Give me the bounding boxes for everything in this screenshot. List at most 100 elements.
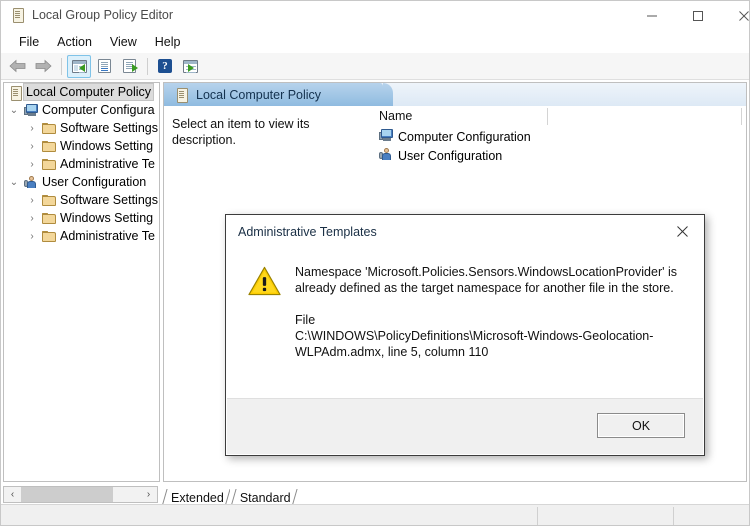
tree-horizontal-scrollbar[interactable]: ‹ › — [3, 486, 158, 503]
minimize-button[interactable] — [629, 1, 675, 30]
action-pane-icon — [182, 59, 198, 73]
dialog-close-button[interactable] — [660, 215, 704, 247]
help-icon: ? — [158, 59, 172, 73]
tree-item-label: Administrative Te — [60, 229, 155, 243]
scroll-icon — [10, 7, 25, 23]
tab-label: Extended — [171, 491, 224, 505]
status-bar — [1, 504, 749, 525]
tree-item-computer-administrative-templates[interactable]: › Administrative Te — [4, 155, 159, 173]
column-divider[interactable] — [547, 108, 548, 125]
column-header-name[interactable]: Name — [379, 109, 412, 123]
result-pane-tabstrip: Local Computer Policy — [164, 83, 746, 106]
user-icon — [22, 176, 40, 188]
tree-item-computer-configuration[interactable]: ⌄ Computer Configura — [4, 101, 159, 119]
window-title: Local Group Policy Editor — [32, 7, 174, 22]
scrollbar-thumb[interactable] — [21, 487, 113, 502]
tree-item-label: Software Settings — [60, 193, 158, 207]
menu-help[interactable]: Help — [146, 32, 190, 52]
toolbar-separator — [61, 57, 62, 75]
show-hide-console-tree-button[interactable] — [67, 54, 91, 78]
warning-icon — [248, 266, 281, 296]
menu-view[interactable]: View — [101, 32, 146, 52]
result-pane-tab[interactable]: Local Computer Policy — [164, 83, 393, 106]
list-item-user-configuration[interactable]: User Configuration — [379, 146, 502, 165]
dialog-title: Administrative Templates — [238, 225, 377, 239]
console-tree-pane[interactable]: Local Computer Policy ⌄ Computer Configu… — [3, 82, 160, 482]
list-item-label: User Configuration — [398, 148, 503, 163]
chevron-down-icon[interactable]: ⌄ — [6, 177, 22, 188]
folder-icon — [40, 122, 58, 134]
scroll-left-button[interactable]: ‹ — [4, 487, 21, 502]
tree-item-label: Windows Setting — [60, 139, 154, 153]
dialog-footer: OK — [227, 398, 703, 454]
tree-item-local-computer-policy[interactable]: Local Computer Policy — [4, 83, 159, 101]
scroll-icon — [6, 85, 24, 101]
maximize-button[interactable] — [675, 1, 721, 30]
description-text: Select an item to view its description. — [172, 117, 310, 147]
list-column-header[interactable]: Name — [371, 106, 746, 128]
folder-icon — [40, 158, 58, 170]
scroll-icon — [174, 87, 189, 103]
folder-icon — [40, 212, 58, 224]
tree-item-user-software-settings[interactable]: › Software Settings — [4, 191, 159, 209]
tree-item-computer-windows-settings[interactable]: › Windows Setting — [4, 137, 159, 155]
tree-item-label: Windows Setting — [60, 211, 154, 225]
chevron-right-icon[interactable]: › — [24, 195, 40, 206]
minimize-icon — [647, 15, 657, 16]
tree-item-user-windows-settings[interactable]: › Windows Setting — [4, 209, 159, 227]
show-hide-action-pane-button[interactable] — [178, 55, 202, 78]
user-icon — [379, 148, 393, 163]
toolbar: ? — [1, 53, 749, 80]
computer-icon — [379, 129, 393, 144]
dialog-titlebar: Administrative Templates — [226, 215, 704, 251]
back-button[interactable] — [6, 55, 30, 78]
folder-icon — [40, 140, 58, 152]
console-tree-icon — [71, 59, 87, 73]
dialog-content: Namespace 'Microsoft.Policies.Sensors.Wi… — [226, 251, 704, 385]
scrollbar-track[interactable] — [21, 487, 140, 502]
properties-button[interactable] — [92, 55, 116, 78]
forward-button[interactable] — [31, 55, 55, 78]
close-button[interactable] — [721, 1, 749, 30]
tree-item-user-administrative-templates[interactable]: › Administrative Te — [4, 227, 159, 245]
status-divider — [537, 507, 538, 525]
chevron-right-icon[interactable]: › — [24, 159, 40, 170]
ok-button[interactable]: OK — [597, 413, 685, 438]
export-list-button[interactable] — [117, 55, 141, 78]
menu-action[interactable]: Action — [48, 32, 101, 52]
dialog-file-label: File — [295, 313, 316, 327]
tree-item-label: Computer Configura — [42, 103, 155, 117]
help-button[interactable]: ? — [153, 55, 177, 78]
dialog-file-path: C:\WINDOWS\PolicyDefinitions\Microsoft-W… — [295, 329, 654, 359]
dialog-text-block: Namespace 'Microsoft.Policies.Sensors.Wi… — [295, 264, 682, 385]
scroll-right-button[interactable]: › — [140, 487, 157, 502]
folder-icon — [40, 194, 58, 206]
administrative-templates-dialog: Administrative Templates Namespace 'Micr… — [225, 214, 705, 456]
chevron-right-icon[interactable]: › — [24, 231, 40, 242]
status-divider — [673, 507, 674, 525]
local-group-policy-editor-window: Local Group Policy Editor File Action Vi… — [0, 0, 750, 526]
tree-item-label: Local Computer Policy — [22, 83, 155, 101]
menu-file[interactable]: File — [10, 32, 48, 52]
column-divider[interactable] — [741, 108, 742, 125]
tree-item-label: Software Settings — [60, 121, 158, 135]
tree-item-label: User Configuration — [42, 175, 147, 189]
chevron-right-icon[interactable]: › — [24, 141, 40, 152]
list-item-computer-configuration[interactable]: Computer Configuration — [379, 127, 531, 146]
result-pane-tab-label: Local Computer Policy — [196, 87, 322, 102]
chevron-down-icon[interactable]: ⌄ — [6, 105, 22, 116]
tree-item-computer-software-settings[interactable]: › Software Settings — [4, 119, 159, 137]
folder-icon — [40, 230, 58, 242]
tab-label: Standard — [239, 491, 291, 505]
tree-item-user-configuration[interactable]: ⌄ User Configuration — [4, 173, 159, 191]
close-icon — [676, 225, 688, 237]
maximize-icon — [693, 10, 703, 21]
chevron-right-icon[interactable]: › — [24, 213, 40, 224]
close-icon — [739, 10, 749, 21]
back-arrow-icon — [9, 59, 26, 73]
dialog-message: Namespace 'Microsoft.Policies.Sensors.Wi… — [295, 265, 678, 295]
chevron-right-icon[interactable]: › — [24, 123, 40, 134]
export-list-icon — [122, 59, 138, 73]
menubar: File Action View Help — [1, 30, 749, 53]
computer-icon — [22, 104, 40, 116]
